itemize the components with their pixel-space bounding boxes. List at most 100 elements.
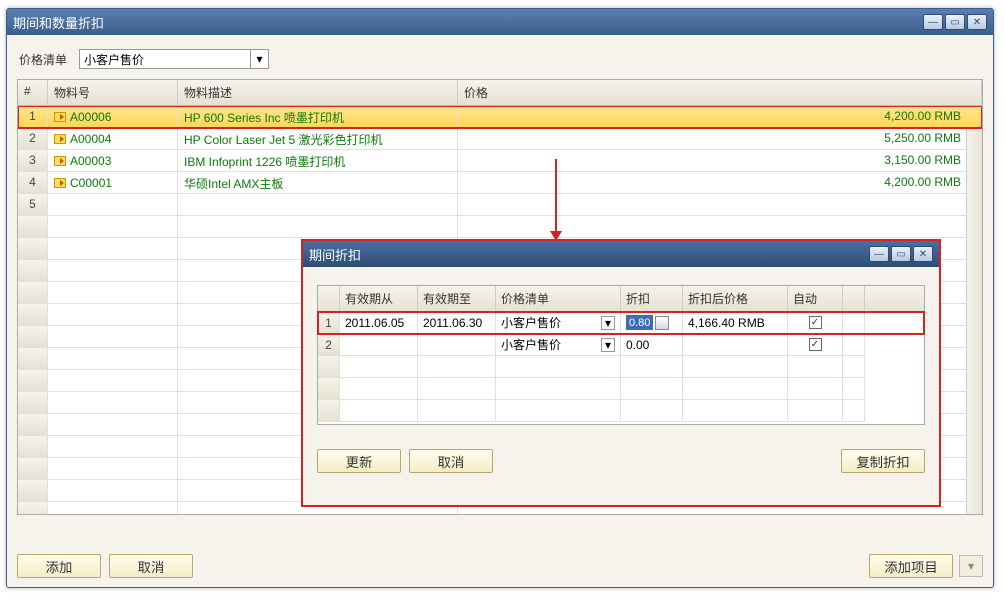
sub-titlebar: 期间折扣 — ▭ ✕ <box>303 241 939 267</box>
discount-row[interactable]: 12011.06.052011.06.30小客户售价▾0.804,166.40 … <box>318 312 924 334</box>
filter-icon[interactable]: ▾ <box>959 555 983 577</box>
row-number: 4 <box>18 172 48 194</box>
valid-from-cell[interactable]: 2011.06.05 <box>340 312 418 334</box>
material-no-cell[interactable]: A00003 <box>48 150 178 172</box>
table-row[interactable]: 4C00001华硕Intel AMX主板4,200.00 RMB <box>18 172 982 194</box>
auto-cell[interactable]: ✓ <box>788 334 843 356</box>
row-number <box>18 326 48 348</box>
col-price[interactable]: 价格 <box>458 80 982 105</box>
main-title: 期间和数量折扣 <box>13 13 923 32</box>
price-list-label: 价格清单 <box>19 51 67 68</box>
row-number: 1 <box>318 312 340 334</box>
price-cell[interactable]: 4,200.00 RMB <box>458 106 982 128</box>
table-row[interactable]: 1A00006HP 600 Series Inc 喷墨打印机4,200.00 R… <box>18 106 982 128</box>
link-arrow-icon[interactable] <box>54 156 66 166</box>
sub-close-button[interactable]: ✕ <box>913 246 933 262</box>
close-button[interactable]: ✕ <box>967 14 987 30</box>
price-cell[interactable]: 3,150.00 RMB <box>458 150 982 172</box>
row-number <box>18 392 48 414</box>
table-row[interactable]: 3A00003IBM Infoprint 1226 喷墨打印机3,150.00 … <box>18 150 982 172</box>
annotation-arrow <box>555 159 557 231</box>
material-no-cell[interactable]: A00006 <box>48 106 178 128</box>
calculator-icon[interactable] <box>655 316 669 330</box>
auto-checkbox[interactable]: ✓ <box>809 338 822 351</box>
chevron-down-icon: ▾ <box>250 50 268 68</box>
row-padding <box>843 312 865 334</box>
row-number <box>18 348 48 370</box>
sub-minimize-button[interactable]: — <box>869 246 889 262</box>
scol-price-after[interactable]: 折扣后价格 <box>683 286 788 312</box>
scol-auto[interactable]: 自动 <box>788 286 843 312</box>
scol-discount[interactable]: 折扣 <box>621 286 683 312</box>
description-cell[interactable]: HP 600 Series Inc 喷墨打印机 <box>178 106 458 128</box>
price-cell[interactable] <box>458 194 982 216</box>
pricelist-cell[interactable]: 小客户售价▾ <box>496 334 621 356</box>
scol-num[interactable] <box>318 286 340 312</box>
description-cell[interactable] <box>178 194 458 216</box>
price-cell[interactable]: 4,200.00 RMB <box>458 172 982 194</box>
main-window: 期间和数量折扣 — ▭ ✕ 价格清单 小客户售价 ▾ # 物料号 物料描述 价格… <box>6 8 994 588</box>
discount-row-empty[interactable] <box>318 400 924 422</box>
description-cell[interactable]: IBM Infoprint 1226 喷墨打印机 <box>178 150 458 172</box>
description-cell[interactable]: 华硕Intel AMX主板 <box>178 172 458 194</box>
table-row-empty[interactable] <box>18 216 982 238</box>
maximize-button[interactable]: ▭ <box>945 14 965 30</box>
add-item-button[interactable]: 添加项目 <box>869 554 953 578</box>
chevron-down-icon[interactable]: ▾ <box>601 338 615 352</box>
copy-discount-button[interactable]: 复制折扣 <box>841 449 925 473</box>
update-button[interactable]: 更新 <box>317 449 401 473</box>
link-arrow-icon[interactable] <box>54 134 66 144</box>
link-arrow-icon[interactable] <box>54 178 66 188</box>
discount-row-empty[interactable] <box>318 378 924 400</box>
discount-cell[interactable]: 0.00 <box>621 334 683 356</box>
pricelist-cell[interactable]: 小客户售价▾ <box>496 312 621 334</box>
row-number <box>318 400 340 422</box>
row-number <box>318 356 340 378</box>
row-number <box>18 370 48 392</box>
row-number <box>18 260 48 282</box>
row-number <box>18 458 48 480</box>
col-description[interactable]: 物料描述 <box>178 80 458 105</box>
col-num[interactable]: # <box>18 80 48 105</box>
price-after-cell[interactable] <box>683 334 788 356</box>
row-number <box>18 238 48 260</box>
material-no-cell[interactable]: A00004 <box>48 128 178 150</box>
row-number <box>18 282 48 304</box>
price-after-cell[interactable]: 4,166.40 RMB <box>683 312 788 334</box>
discount-row[interactable]: 2小客户售价▾0.00✓ <box>318 334 924 356</box>
price-list-dropdown[interactable]: 小客户售价 ▾ <box>79 49 269 69</box>
row-number <box>18 216 48 238</box>
material-no-cell[interactable]: C00001 <box>48 172 178 194</box>
sub-maximize-button[interactable]: ▭ <box>891 246 911 262</box>
chevron-down-icon[interactable]: ▾ <box>601 316 615 330</box>
row-number <box>18 304 48 326</box>
scol-price-list[interactable]: 价格清单 <box>496 286 621 312</box>
valid-from-cell[interactable] <box>340 334 418 356</box>
minimize-button[interactable]: — <box>923 14 943 30</box>
sub-title: 期间折扣 <box>309 245 869 264</box>
row-number: 1 <box>18 106 48 128</box>
row-number <box>18 502 48 514</box>
material-no-cell[interactable] <box>48 194 178 216</box>
col-material-no[interactable]: 物料号 <box>48 80 178 105</box>
table-row[interactable]: 5 <box>18 194 982 216</box>
description-cell[interactable]: HP Color Laser Jet 5 激光彩色打印机 <box>178 128 458 150</box>
cancel-button[interactable]: 取消 <box>109 554 193 578</box>
sub-cancel-button[interactable]: 取消 <box>409 449 493 473</box>
row-number: 5 <box>18 194 48 216</box>
valid-to-cell[interactable] <box>418 334 496 356</box>
scol-valid-to[interactable]: 有效期至 <box>418 286 496 312</box>
auto-checkbox[interactable]: ✓ <box>809 316 822 329</box>
valid-to-cell[interactable]: 2011.06.30 <box>418 312 496 334</box>
add-button[interactable]: 添加 <box>17 554 101 578</box>
discount-cell[interactable]: 0.80 <box>621 312 683 334</box>
price-cell[interactable]: 5,250.00 RMB <box>458 128 982 150</box>
link-arrow-icon[interactable] <box>54 112 66 122</box>
auto-cell[interactable]: ✓ <box>788 312 843 334</box>
scrollbar[interactable] <box>966 129 982 514</box>
row-padding <box>843 334 865 356</box>
table-row[interactable]: 2A00004HP Color Laser Jet 5 激光彩色打印机5,250… <box>18 128 982 150</box>
discount-row-empty[interactable] <box>318 356 924 378</box>
row-number <box>18 414 48 436</box>
scol-valid-from[interactable]: 有效期从 <box>340 286 418 312</box>
